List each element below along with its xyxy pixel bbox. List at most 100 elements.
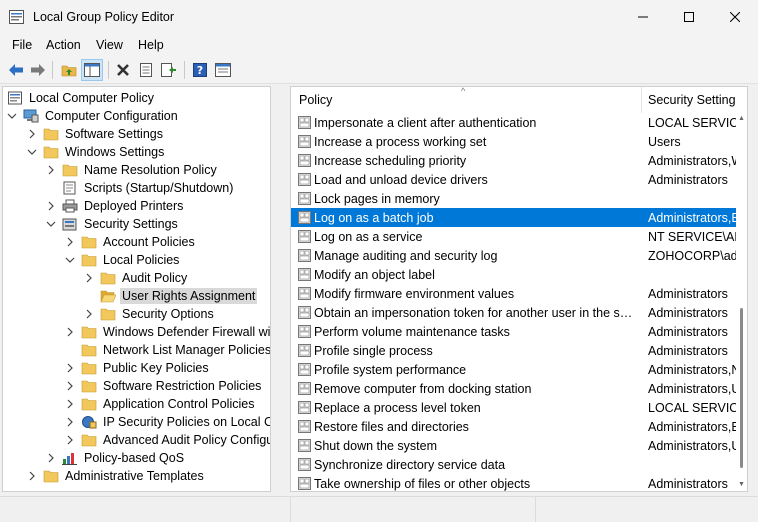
delete-button[interactable] — [112, 59, 134, 81]
policy-list[interactable]: ^ Policy Security Setting Impersonate a … — [290, 86, 748, 492]
chevron-right-icon[interactable] — [84, 309, 94, 319]
tree-node-security-options[interactable]: Security Options — [84, 305, 216, 323]
tree-node-software-restriction-policies[interactable]: Software Restriction Policies — [65, 377, 263, 395]
tree-node-account-policies[interactable]: Account Policies — [65, 233, 197, 251]
chevron-down-icon[interactable] — [7, 111, 17, 121]
table-row[interactable]: Modify firmware environment values Admini… — [291, 284, 736, 303]
tree-node-computer-configuration[interactable]: Computer Configuration — [7, 107, 180, 125]
menu-view[interactable]: View — [96, 38, 123, 52]
chevron-right-icon[interactable] — [65, 417, 75, 427]
chevron-right-icon[interactable] — [46, 201, 56, 211]
scroll-down-icon[interactable]: ▼ — [738, 481, 746, 489]
table-row[interactable]: Lock pages in memory — [291, 189, 736, 208]
table-row[interactable]: Increase a process working set Users — [291, 132, 736, 151]
menu-help[interactable]: Help — [138, 38, 164, 52]
tree-node-application-control-policies[interactable]: Application Control Policies — [65, 395, 256, 413]
tree-node-security-settings[interactable]: Security Settings — [46, 215, 180, 233]
security-setting-value: Administrators — [648, 344, 728, 358]
tree-node-local-computer-policy[interactable]: Local Computer Policy — [7, 89, 156, 107]
chevron-right-icon[interactable] — [65, 399, 75, 409]
tree-node-audit-policy[interactable]: Audit Policy — [84, 269, 189, 287]
properties-button[interactable] — [135, 59, 157, 81]
tree-node-public-key-policies[interactable]: Public Key Policies — [65, 359, 211, 377]
table-row[interactable]: Perform volume maintenance tasks Administ… — [291, 322, 736, 341]
table-row[interactable]: Load and unload device drivers Administra… — [291, 170, 736, 189]
tree-node-advanced-audit-policy[interactable]: Advanced Audit Policy Configu — [65, 431, 270, 449]
policy-setting-icon — [298, 249, 311, 262]
table-row[interactable]: Profile system performance Administrators… — [291, 360, 736, 379]
table-row[interactable]: Synchronize directory service data — [291, 455, 736, 474]
close-button[interactable] — [712, 0, 758, 34]
table-row[interactable]: Log on as a service NT SERVICE\ALL — [291, 227, 736, 246]
chevron-down-icon[interactable] — [27, 147, 37, 157]
chevron-right-icon[interactable] — [84, 273, 94, 283]
tree-node-scripts[interactable]: Scripts (Startup/Shutdown) — [62, 179, 235, 197]
filter-options-button[interactable] — [212, 59, 234, 81]
tree-node-deployed-printers[interactable]: Deployed Printers — [46, 197, 185, 215]
policy-setting-icon — [298, 344, 311, 357]
tree-node-name-resolution-policy[interactable]: Name Resolution Policy — [46, 161, 219, 179]
chevron-right-icon[interactable] — [46, 453, 56, 463]
table-row[interactable]: Replace a process level token LOCAL SERVI… — [291, 398, 736, 417]
policy-setting-icon — [298, 268, 311, 281]
help-button[interactable]: ? — [189, 59, 211, 81]
table-row[interactable]: Obtain an impersonation token for anothe… — [291, 303, 736, 322]
chevron-down-icon[interactable] — [65, 255, 75, 265]
table-row[interactable]: Profile single process Administrators — [291, 341, 736, 360]
policy-name: Modify firmware environment values — [314, 287, 515, 301]
table-row[interactable]: Remove computer from docking station Admi… — [291, 379, 736, 398]
table-row[interactable]: Impersonate a client after authenticatio… — [291, 113, 736, 132]
console-tree[interactable]: Local Computer Policy Computer Configura… — [2, 86, 271, 492]
table-row[interactable]: Modify an object label — [291, 265, 736, 284]
tree-node-administrative-templates[interactable]: Administrative Templates — [27, 467, 206, 485]
folder-icon — [81, 235, 97, 249]
folder-icon — [81, 379, 97, 393]
column-header-security-setting[interactable]: Security Setting — [648, 93, 736, 107]
svg-text:?: ? — [197, 64, 203, 77]
tree-node-local-policies[interactable]: Local Policies — [65, 251, 181, 269]
export-list-icon — [161, 63, 176, 77]
scroll-up-icon[interactable]: ▲ — [738, 115, 746, 123]
show-hide-console-tree-button[interactable] — [81, 59, 103, 81]
forward-button[interactable] — [27, 59, 49, 81]
table-row[interactable]: Manage auditing and security log ZOHOCORP… — [291, 246, 736, 265]
vertical-scrollbar[interactable]: ▲ ▼ — [737, 113, 747, 491]
menu-file[interactable]: File — [12, 38, 32, 52]
tree-node-windows-defender-firewall[interactable]: Windows Defender Firewall wit — [65, 323, 270, 341]
menu-bar: File Action View Help — [0, 34, 758, 56]
tree-node-network-list-manager-policies[interactable]: Network List Manager Policies — [81, 341, 270, 359]
tree-node-windows-settings[interactable]: Windows Settings — [27, 143, 166, 161]
scrollbar-thumb[interactable] — [740, 308, 743, 468]
chevron-right-icon[interactable] — [65, 381, 75, 391]
policy-setting-icon — [298, 477, 311, 490]
tree-node-policy-based-qos[interactable]: Policy-based QoS — [46, 449, 186, 467]
back-button[interactable] — [5, 59, 27, 81]
table-row[interactable]: Take ownership of files or other objects… — [291, 474, 736, 491]
chevron-right-icon[interactable] — [27, 471, 37, 481]
menu-action[interactable]: Action — [46, 38, 81, 52]
chevron-right-icon[interactable] — [65, 363, 75, 373]
chevron-right-icon[interactable] — [65, 327, 75, 337]
export-list-button[interactable] — [158, 59, 180, 81]
up-one-level-button[interactable] — [58, 59, 80, 81]
chevron-right-icon[interactable] — [65, 237, 75, 247]
minimize-icon — [638, 16, 648, 18]
folder-icon — [100, 307, 116, 321]
column-header-policy[interactable]: Policy — [299, 93, 332, 107]
policy-setting-icon — [298, 306, 311, 319]
policy-name: Replace a process level token — [314, 401, 481, 415]
maximize-button[interactable] — [666, 0, 712, 34]
table-row[interactable]: Increase scheduling priority Administrato… — [291, 151, 736, 170]
chevron-right-icon[interactable] — [27, 129, 37, 139]
table-row[interactable]: Restore files and directories Administrat… — [291, 417, 736, 436]
chevron-right-icon[interactable] — [65, 435, 75, 445]
minimize-button[interactable] — [620, 0, 666, 34]
table-row[interactable]: Log on as a batch job Administrators,B — [291, 208, 736, 227]
tree-node-user-rights-assignment[interactable]: User Rights Assignment — [100, 287, 258, 305]
policy-setting-icon — [298, 116, 311, 129]
tree-node-ip-security-policies[interactable]: IP Security Policies on Local Co — [65, 413, 270, 431]
chevron-right-icon[interactable] — [46, 165, 56, 175]
table-row[interactable]: Shut down the system Administrators,U — [291, 436, 736, 455]
tree-node-software-settings[interactable]: Software Settings — [27, 125, 165, 143]
chevron-down-icon[interactable] — [46, 219, 56, 229]
